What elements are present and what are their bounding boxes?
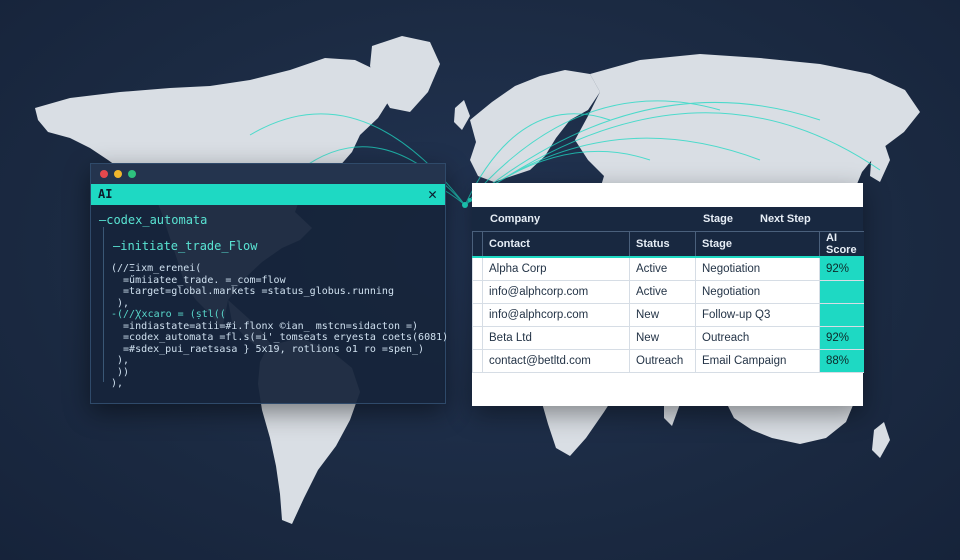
code-editor-window: AI ✕ —codex_automata —initiate_trade_Flo… — [90, 163, 449, 404]
cell-status: Active — [629, 256, 696, 281]
column-header-ai-score[interactable]: AI Score — [819, 231, 864, 257]
code-body[interactable]: —codex_automata —initiate_trade_Flow (//… — [91, 205, 449, 390]
code-line: =indiastate=atii=#i.flonx ©ian_ mstcn=si… — [111, 320, 419, 332]
cell-contact: info@alphcorp.com — [482, 280, 630, 304]
hub-node — [462, 202, 468, 208]
row-gutter — [472, 303, 483, 327]
cell-status: New — [629, 303, 696, 327]
cell-status: New — [629, 326, 696, 350]
column-header-contact[interactable]: Contact — [482, 231, 630, 257]
table-header-row: Contact Status Stage AI Score — [472, 231, 864, 257]
cell-stage: Outreach — [695, 326, 820, 350]
row-gutter — [472, 256, 483, 281]
code-line: )) — [111, 366, 130, 378]
crm-subheader: Company Stage Next Step — [472, 207, 863, 231]
cell-contact: Alpha Corp — [482, 256, 630, 281]
code-line: —initiate_trade_Flow — [113, 239, 258, 253]
column-header-spacer — [472, 231, 483, 257]
hero-scene: AI ✕ —codex_automata —initiate_trade_Flo… — [0, 0, 960, 560]
code-line: ), — [111, 378, 124, 389]
subheader-stage[interactable]: Stage — [703, 213, 733, 225]
code-window-titlebar — [91, 164, 445, 184]
cell-ai-score: 92% — [819, 256, 864, 281]
crm-topbar — [472, 183, 863, 207]
cell-stage: Email Campaign — [695, 349, 820, 373]
crm-table: Contact Status Stage AI Score Alpha Corp… — [472, 231, 864, 373]
continent-europe — [470, 70, 600, 182]
column-header-status[interactable]: Status — [629, 231, 696, 257]
code-line: ), — [111, 355, 130, 366]
cell-ai-score: 88% — [819, 349, 864, 373]
crm-window: Company Stage Next Step Contact Status S… — [472, 183, 864, 406]
row-gutter — [472, 326, 483, 350]
code-line: (//Ξixm_erenei( — [111, 263, 202, 274]
close-dot-icon[interactable] — [100, 170, 108, 178]
cell-status: Outreach — [629, 349, 696, 373]
cell-stage: Follow-up Q3 — [695, 303, 820, 327]
code-line: -(//Ꭓxcaro = (ṣtl(( — [111, 309, 226, 320]
code-line: =űmiiatee_trade. =_com=flow — [111, 274, 286, 286]
code-line: =target=global.markets =status_globus.ru… — [111, 286, 394, 297]
table-row[interactable]: Beta Ltd New Outreach 92% — [472, 326, 864, 350]
cell-contact: contact@betltd.com — [482, 349, 630, 373]
code-line: =#sdex_pui_raetsasa } 5x19, rotlions o1 … — [111, 343, 425, 355]
row-gutter — [472, 280, 483, 304]
code-line: —codex_automata — [99, 213, 208, 227]
island-uk — [454, 100, 470, 130]
table-row[interactable]: info@alphcorp.com New Follow-up Q3 — [472, 303, 864, 327]
maximize-dot-icon[interactable] — [128, 170, 136, 178]
cell-ai-score — [819, 280, 864, 304]
island-new-zealand — [872, 422, 890, 458]
code-tab-bar: AI ✕ — [91, 184, 445, 205]
table-row[interactable]: Alpha Corp Active Negotiation 92% — [472, 256, 864, 281]
code-tab-label[interactable]: AI — [98, 187, 112, 201]
table-row[interactable]: info@alphcorp.com Active Negotiation — [472, 280, 864, 304]
subheader-company[interactable]: Company — [490, 213, 540, 225]
close-icon[interactable]: ✕ — [428, 185, 437, 203]
column-header-stage[interactable]: Stage — [695, 231, 820, 257]
code-line: ), — [111, 297, 130, 309]
cell-stage: Negotiation — [695, 256, 820, 281]
cell-ai-score: 92% — [819, 326, 864, 350]
table-row[interactable]: contact@betltd.com Outreach Email Campai… — [472, 349, 864, 373]
subheader-next-step[interactable]: Next Step — [760, 213, 811, 225]
code-line: =codex_automata =fl.s(=i'_tomseats eryes… — [111, 332, 449, 343]
cell-stage: Negotiation — [695, 280, 820, 304]
cell-status: Active — [629, 280, 696, 304]
indent-guide — [103, 227, 104, 382]
cell-ai-score — [819, 303, 864, 327]
row-gutter — [472, 349, 483, 373]
cell-contact: Beta Ltd — [482, 326, 630, 350]
minimize-dot-icon[interactable] — [114, 170, 122, 178]
cell-contact: info@alphcorp.com — [482, 303, 630, 327]
